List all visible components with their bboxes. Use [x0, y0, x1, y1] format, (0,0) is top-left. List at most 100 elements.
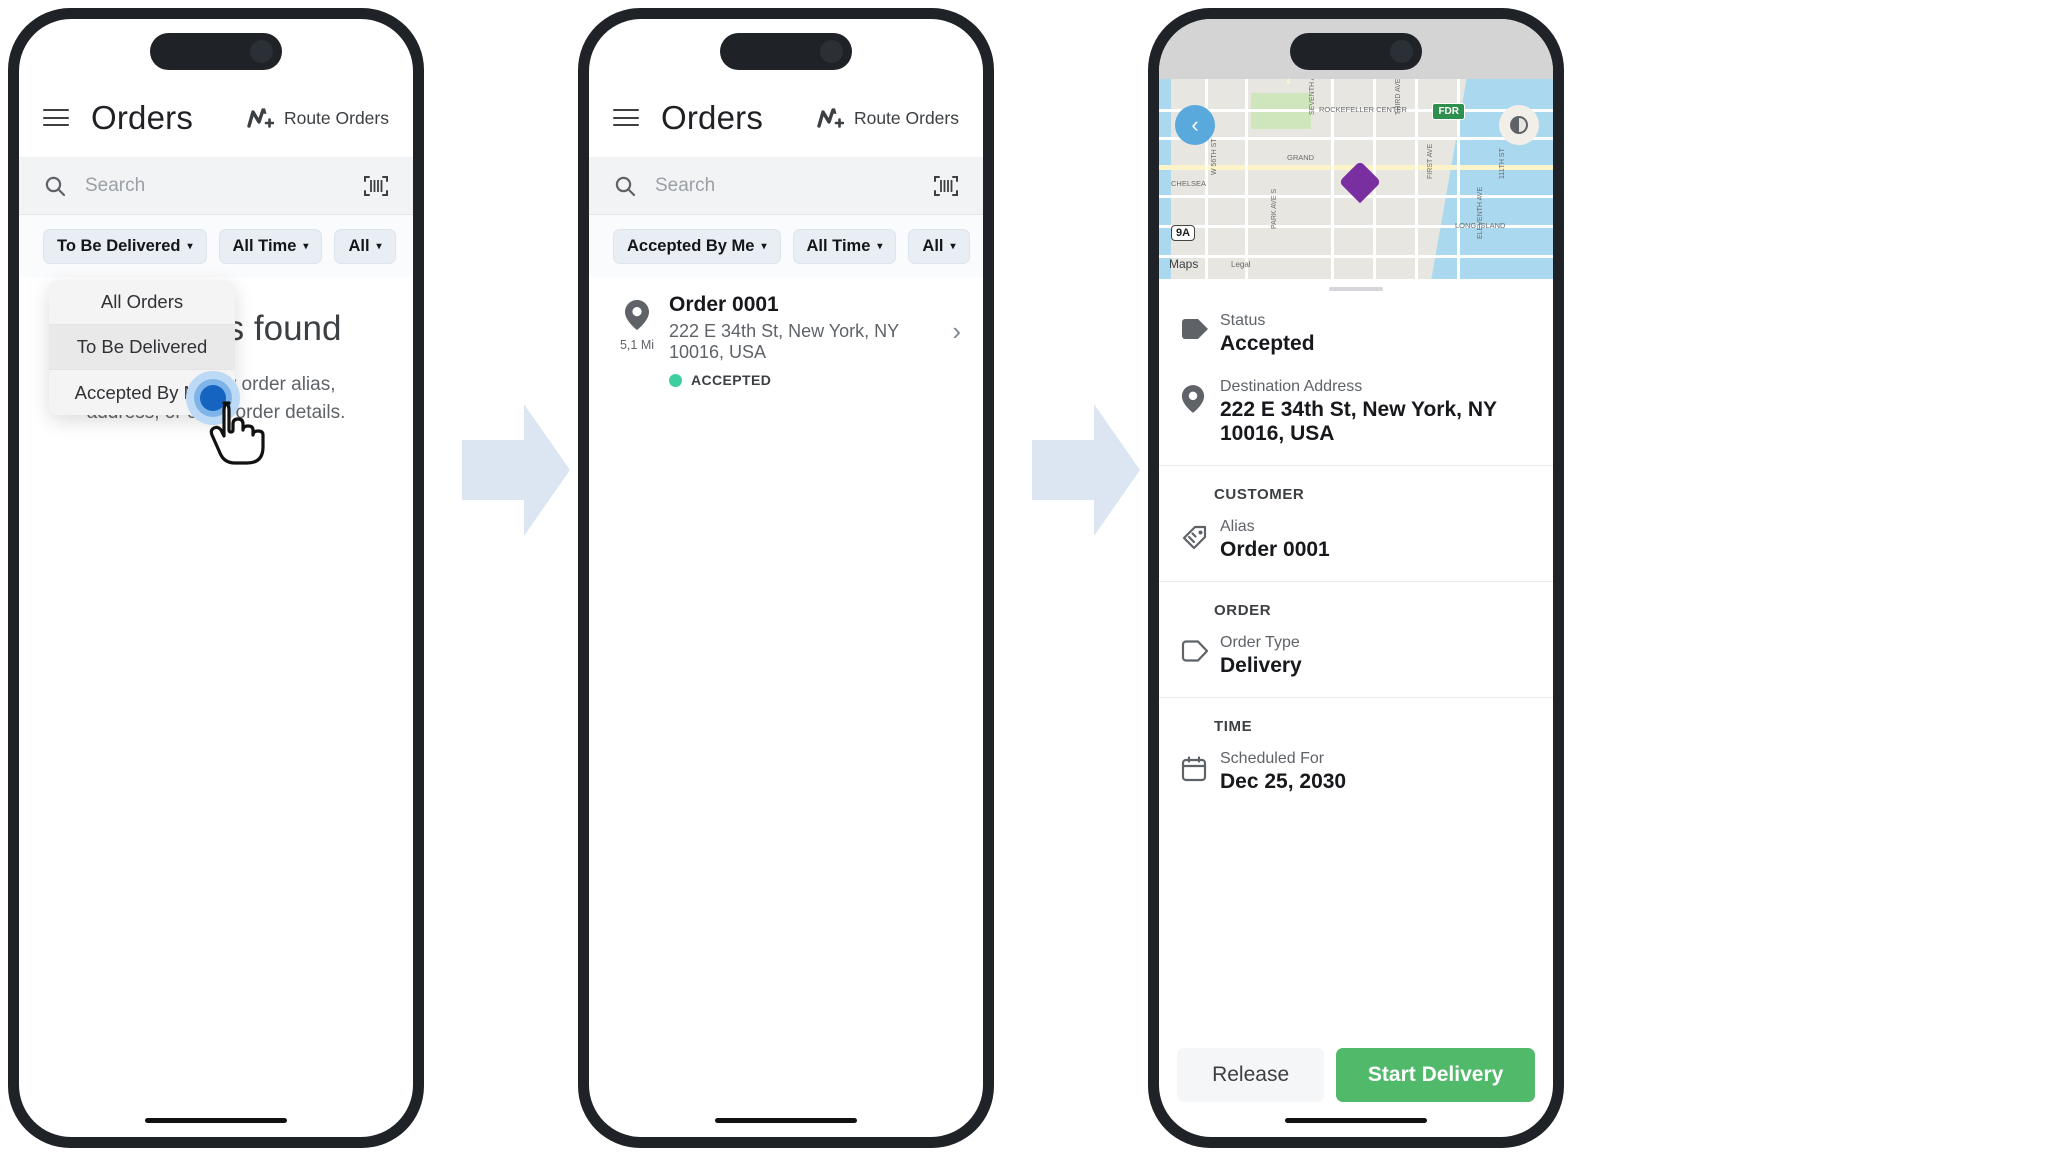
chevron-down-icon: ▾: [761, 240, 767, 252]
release-button[interactable]: Release: [1177, 1048, 1325, 1102]
screen-orders-list: Orders Route Orders Search Accepted By M…: [589, 19, 983, 1137]
detail-row-destination: Destination Address 222 E 34th St, New Y…: [1159, 367, 1553, 457]
section-heading-time: TIME: [1214, 718, 1253, 735]
order-detail-list: Status Accepted Destination Address 222 …: [1159, 301, 1553, 1045]
dropdown-option-all-orders[interactable]: All Orders: [49, 280, 235, 325]
hand-cursor-icon: [209, 401, 265, 465]
home-indicator: [145, 1118, 287, 1123]
map-back-button[interactable]: ‹: [1175, 105, 1215, 145]
map-layers-button[interactable]: [1499, 105, 1539, 145]
detail-body-order-type: Order Type Delivery: [1220, 634, 1302, 678]
map-layers-icon: [1510, 116, 1528, 134]
detail-body-status: Status Accepted: [1220, 312, 1315, 356]
bottom-sheet-handle[interactable]: [1329, 287, 1383, 291]
route-orders-label: Route Orders: [853, 107, 959, 128]
map-place-long-island: LONG ISLAND: [1455, 221, 1506, 230]
hamburger-menu-icon[interactable]: [613, 109, 639, 127]
hamburger-menu-icon[interactable]: [43, 109, 69, 127]
route-orders-button[interactable]: Route Orders: [816, 105, 959, 131]
phone-notch: [720, 33, 852, 70]
status-badge: ACCEPTED: [669, 372, 952, 388]
flow-arrow-1: [462, 404, 570, 536]
status-badge-label: ACCEPTED: [691, 372, 772, 388]
chevron-down-icon: ▾: [303, 240, 309, 252]
flow-diagram: Orders Route Orders Search To Be Deliver…: [0, 0, 2048, 1157]
phone-frame-3: W 56TH ST SEVENTH AVE THIRD AVE GRAND PA…: [1148, 8, 1564, 1148]
filter-chip-type[interactable]: All ▾: [334, 228, 396, 264]
map-label-4: PARK AVE S: [1271, 188, 1278, 229]
map-legal-link[interactable]: Legal: [1231, 260, 1251, 269]
chevron-right-icon[interactable]: ›: [952, 316, 961, 347]
detail-row-scheduled: Scheduled For Dec 25, 2030: [1159, 739, 1553, 805]
detail-label-order-type: Order Type: [1220, 634, 1300, 651]
filter-chip-time[interactable]: All Time ▾: [792, 228, 897, 264]
app-bar: Orders Route Orders: [589, 79, 983, 157]
detail-label-alias: Alias: [1220, 518, 1255, 535]
filter-chip-type-label: All: [922, 236, 944, 255]
order-title: Order 0001: [669, 293, 779, 316]
filter-chip-type[interactable]: All ▾: [908, 228, 970, 264]
home-indicator: [715, 1118, 857, 1123]
status-dot-icon: [669, 373, 682, 387]
search-input[interactable]: [85, 174, 363, 197]
route-badge-9a: 9A: [1171, 225, 1196, 241]
map-poi-1: GRAND: [1287, 153, 1315, 162]
detail-label-scheduled: Scheduled For: [1220, 750, 1325, 767]
app-bar: Orders Route Orders: [19, 79, 413, 157]
tag-filled-icon: [1181, 312, 1214, 345]
route-add-icon: [817, 108, 844, 128]
start-delivery-button[interactable]: Start Delivery: [1336, 1048, 1535, 1102]
order-list-item[interactable]: 5,1 Mi Order 0001 222 E 34th St, New Yor…: [589, 281, 983, 388]
map-place-rockefeller: ROCKEFELLER CENTER: [1319, 105, 1407, 114]
detail-body-alias: Alias Order 0001: [1220, 518, 1330, 562]
filter-chip-status[interactable]: To Be Delivered ▾: [43, 228, 207, 264]
phone-frame-2: Orders Route Orders Search Accepted By M…: [578, 8, 994, 1148]
filter-chip-row: Accepted By Me ▾ All Time ▾ All ▾: [589, 215, 983, 277]
price-tag-icon: [1181, 518, 1214, 557]
phone-notch: [150, 33, 282, 70]
order-distance-group: 5,1 Mi: [611, 293, 663, 352]
filter-chip-time[interactable]: All Time ▾: [218, 228, 323, 264]
screen-orders-list-empty: Orders Route Orders Search To Be Deliver…: [19, 19, 413, 1137]
map-label-1: SEVENTH AVE: [1309, 79, 1316, 115]
detail-row-order-type: Order Type Delivery: [1159, 623, 1553, 689]
map-label-6: 111TH ST: [1499, 148, 1506, 179]
filter-chip-row: To Be Delivered ▾ All Time ▾ All ▾: [19, 215, 413, 277]
detail-action-bar: Release Start Delivery: [1159, 1045, 1553, 1105]
detail-value-destination: 222 E 34th St, New York, NY 10016, USA: [1220, 398, 1497, 445]
section-heading-customer: CUSTOMER: [1214, 486, 1305, 503]
search-icon: [45, 176, 66, 196]
page-title: Orders: [661, 99, 764, 136]
route-orders-button[interactable]: Route Orders: [246, 105, 389, 131]
detail-label-destination: Destination Address: [1220, 378, 1363, 395]
chevron-down-icon: ▾: [877, 240, 883, 252]
order-distance: 5,1 Mi: [619, 338, 655, 352]
map-pin-icon: [625, 300, 649, 330]
calendar-icon: [1181, 750, 1214, 787]
highway-badge-fdr: FDR: [1432, 103, 1465, 120]
route-orders-label: Route Orders: [283, 107, 389, 128]
home-indicator: [1285, 1118, 1427, 1123]
detail-value-status: Accepted: [1220, 332, 1315, 355]
filter-chip-time-label: All Time: [232, 236, 297, 255]
search-input[interactable]: [655, 174, 933, 197]
barcode-scan-icon[interactable]: [933, 174, 959, 198]
destination-map[interactable]: W 56TH ST SEVENTH AVE THIRD AVE GRAND PA…: [1159, 79, 1553, 279]
barcode-scan-icon[interactable]: [363, 174, 389, 198]
detail-value-order-type: Delivery: [1220, 654, 1302, 677]
filter-chip-status-label: To Be Delivered: [57, 236, 181, 255]
dropdown-option-to-be-delivered[interactable]: To Be Delivered: [49, 325, 235, 370]
filter-chip-status[interactable]: Accepted By Me ▾: [613, 228, 781, 264]
search-bar[interactable]: [589, 157, 983, 215]
order-info: Order 0001 222 E 34th St, New York, NY 1…: [669, 293, 952, 388]
search-bar[interactable]: [19, 157, 413, 215]
order-address: 222 E 34th St, New York, NY 10016, USA: [669, 321, 899, 362]
route-add-icon: [247, 108, 274, 128]
filter-chip-type-label: All: [348, 236, 370, 255]
detail-label-status: Status: [1220, 312, 1266, 329]
chevron-down-icon: ▾: [376, 240, 382, 252]
map-place-chelsea: CHELSEA: [1171, 179, 1207, 188]
map-label-0: W 56TH ST: [1211, 138, 1218, 175]
map-label-7: ELEVENTH AVE: [1477, 186, 1484, 239]
phone-notch: [1290, 33, 1422, 70]
